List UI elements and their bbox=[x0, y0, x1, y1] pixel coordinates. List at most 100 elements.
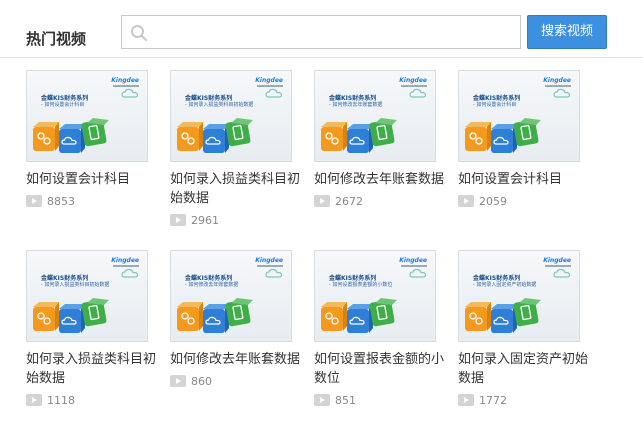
green-cube-icon bbox=[225, 118, 253, 147]
play-icon bbox=[314, 394, 330, 406]
orange-cube-icon bbox=[465, 302, 491, 331]
blue-cube-icon bbox=[491, 304, 517, 333]
thumbnail-subtitle: - 如何设置会计科目 bbox=[41, 102, 85, 108]
thumbnail-subtitle: - 如何录入损益类科目初始数据 bbox=[41, 282, 110, 288]
green-cube-icon bbox=[513, 118, 541, 147]
orange-cube-icon bbox=[33, 302, 59, 331]
product-cubes bbox=[321, 298, 397, 333]
view-count: 1772 bbox=[458, 394, 507, 408]
blue-cube-icon bbox=[491, 124, 517, 153]
view-count-value: 2961 bbox=[191, 214, 219, 227]
view-count: 8853 bbox=[26, 195, 75, 209]
thumbnail-subtitle: - 如何录入固定资产初始数据 bbox=[473, 282, 537, 288]
view-count-value: 1772 bbox=[479, 394, 507, 407]
brand-underline bbox=[401, 85, 427, 87]
video-title[interactable]: 如何设置会计科目 bbox=[458, 170, 590, 189]
view-count: 860 bbox=[170, 375, 212, 389]
brand-logo: Kingdee bbox=[543, 257, 571, 264]
cloud-icon bbox=[553, 88, 571, 98]
play-icon bbox=[170, 375, 186, 387]
orange-cube-icon bbox=[177, 122, 203, 151]
orange-cube-icon bbox=[465, 122, 491, 151]
search-input[interactable] bbox=[154, 16, 514, 48]
video-title[interactable]: 如何录入损益类科目初始数据 bbox=[26, 350, 158, 388]
product-cubes bbox=[33, 298, 109, 333]
view-count-value: 8853 bbox=[47, 195, 75, 208]
brand-logo: Kingdee bbox=[111, 77, 139, 84]
brand-logo: Kingdee bbox=[255, 77, 283, 84]
product-cubes bbox=[465, 118, 541, 153]
play-icon bbox=[26, 195, 42, 207]
search-button[interactable]: 搜索视频 bbox=[527, 15, 607, 49]
green-cube-icon bbox=[513, 298, 541, 327]
product-cubes bbox=[33, 118, 109, 153]
video-thumbnail[interactable]: Kingdee 金蝶KIS财务系列 - 如何录入损益类科目初始数据 bbox=[170, 70, 292, 162]
video-thumbnail[interactable]: Kingdee 金蝶KIS财务系列 - 如何修改去年账套数据 bbox=[170, 250, 292, 342]
play-icon bbox=[26, 394, 42, 406]
video-thumbnail[interactable]: Kingdee 金蝶KIS财务系列 - 如何设置会计科目 bbox=[458, 70, 580, 162]
brand-underline bbox=[401, 265, 427, 267]
view-count: 2961 bbox=[170, 214, 219, 228]
brand-logo: Kingdee bbox=[399, 257, 427, 264]
play-icon bbox=[314, 195, 330, 207]
view-count-value: 1118 bbox=[47, 394, 75, 407]
view-count: 2059 bbox=[458, 195, 507, 209]
blue-cube-icon bbox=[203, 124, 229, 153]
video-title[interactable]: 如何录入固定资产初始数据 bbox=[458, 350, 590, 388]
video-thumbnail[interactable]: Kingdee 金蝶KIS财务系列 - 如何设置报表金额的小数位 bbox=[314, 250, 436, 342]
brand-underline bbox=[257, 85, 283, 87]
video-title[interactable]: 如何设置报表金额的小数位 bbox=[314, 350, 446, 388]
brand-underline bbox=[257, 265, 283, 267]
product-cubes bbox=[321, 118, 397, 153]
orange-cube-icon bbox=[321, 302, 347, 331]
page-header: 热门视频 搜索视频 bbox=[0, 0, 643, 58]
orange-cube-icon bbox=[33, 122, 59, 151]
green-cube-icon bbox=[81, 298, 109, 327]
video-thumbnail[interactable]: Kingdee 金蝶KIS财务系列 - 如何录入固定资产初始数据 bbox=[458, 250, 580, 342]
search-icon bbox=[131, 25, 148, 42]
view-count: 2672 bbox=[314, 195, 363, 209]
view-count-value: 2672 bbox=[335, 195, 363, 208]
green-cube-icon bbox=[369, 298, 397, 327]
blue-cube-icon bbox=[59, 124, 85, 153]
cloud-icon bbox=[409, 268, 427, 278]
video-title[interactable]: 如何录入损益类科目初始数据 bbox=[170, 170, 302, 208]
brand-logo: Kingdee bbox=[255, 257, 283, 264]
blue-cube-icon bbox=[347, 124, 373, 153]
thumbnail-subtitle: - 如何修改去年账套数据 bbox=[185, 282, 239, 288]
thumbnail-subtitle: - 如何设置报表金额的小数位 bbox=[329, 282, 393, 288]
brand-underline bbox=[113, 85, 139, 87]
brand-underline bbox=[545, 265, 571, 267]
video-thumbnail[interactable]: Kingdee 金蝶KIS财务系列 - 如何修改去年账套数据 bbox=[314, 70, 436, 162]
brand-underline bbox=[545, 85, 571, 87]
cloud-icon bbox=[121, 88, 139, 98]
view-count-value: 851 bbox=[335, 394, 356, 407]
play-icon bbox=[458, 195, 474, 207]
video-title[interactable]: 如何修改去年账套数据 bbox=[314, 170, 446, 189]
search-box[interactable] bbox=[121, 15, 521, 49]
play-icon bbox=[458, 394, 474, 406]
view-count: 1118 bbox=[26, 394, 75, 408]
video-thumbnail[interactable]: Kingdee 金蝶KIS财务系列 - 如何录入损益类科目初始数据 bbox=[26, 250, 148, 342]
view-count-value: 2059 bbox=[479, 195, 507, 208]
product-cubes bbox=[177, 298, 253, 333]
view-count-value: 860 bbox=[191, 375, 212, 388]
product-cubes bbox=[177, 118, 253, 153]
brand-logo: Kingdee bbox=[543, 77, 571, 84]
cloud-icon bbox=[265, 268, 283, 278]
product-cubes bbox=[465, 298, 541, 333]
thumbnail-subtitle: - 如何设置会计科目 bbox=[473, 102, 517, 108]
brand-underline bbox=[113, 265, 139, 267]
blue-cube-icon bbox=[203, 304, 229, 333]
green-cube-icon bbox=[81, 118, 109, 147]
blue-cube-icon bbox=[347, 304, 373, 333]
video-thumbnail[interactable]: Kingdee 金蝶KIS财务系列 - 如何设置会计科目 bbox=[26, 70, 148, 162]
view-count: 851 bbox=[314, 394, 356, 408]
green-cube-icon bbox=[369, 118, 397, 147]
cloud-icon bbox=[121, 268, 139, 278]
cloud-icon bbox=[265, 88, 283, 98]
play-icon bbox=[170, 214, 186, 226]
video-title[interactable]: 如何设置会计科目 bbox=[26, 170, 158, 189]
video-title[interactable]: 如何修改去年账套数据 bbox=[170, 350, 302, 369]
orange-cube-icon bbox=[177, 302, 203, 331]
